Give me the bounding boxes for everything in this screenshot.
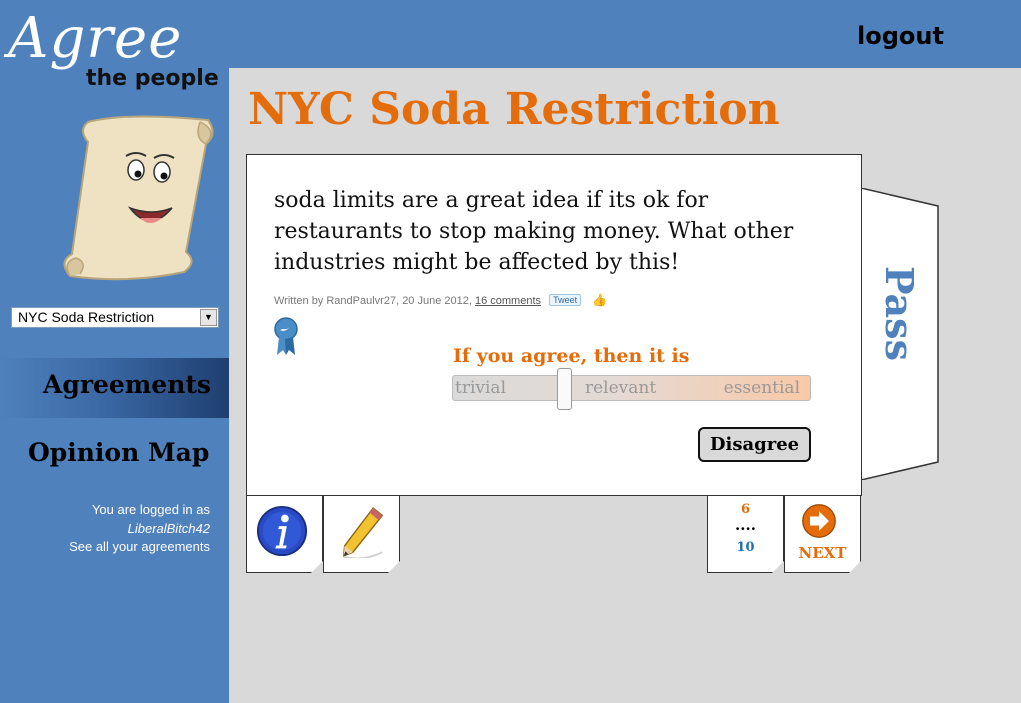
agree-prompt: If you agree, then it is [453,345,690,367]
agreement-select-value: NYC Soda Restriction [18,309,155,325]
tab-corner [311,561,323,573]
comments-link[interactable]: 16 comments [475,295,541,307]
agreement-select[interactable]: NYC Soda Restriction ▼ [11,307,219,328]
nav-opinion-map[interactable]: Opinion Map [28,438,209,467]
scale-high-label: essential [723,378,800,398]
tab-corner [849,561,861,573]
like-icon[interactable]: 👍 [592,293,607,307]
next-label: NEXT [798,544,847,562]
nav-agreements-label: Agreements [42,370,211,399]
statement-meta: Written by RandPaulvr27, 20 June 2012, 1… [274,293,607,307]
scale-mid-label: relevant [585,378,657,398]
logout-link[interactable]: logout [857,22,944,50]
tweet-label: Tweet [553,295,578,305]
next-button[interactable]: NEXT [784,495,861,573]
page-title: NYC Soda Restriction [248,84,780,135]
disagree-button[interactable]: Disagree [698,427,811,462]
meta-author: Written by RandPaulvr27, 20 June 2012, [274,295,472,307]
counter-total: 10 [736,540,755,555]
see-all-agreements-link[interactable]: See all your agreements [69,538,210,557]
statement-card: soda limits are a great idea if its ok f… [246,154,862,496]
info-tab[interactable] [246,495,323,573]
pencil-icon[interactable] [340,506,386,558]
progress-counter: 6 .... 10 [707,495,784,573]
twitter-ribbon-icon [274,317,298,355]
login-prefix: You are logged in as [91,502,210,517]
pass-label[interactable]: Pass [876,266,924,366]
tab-corner [388,561,400,573]
info-icon[interactable] [256,505,308,557]
importance-slider[interactable]: trivial relevant essential [452,368,811,410]
scroll-mascot [63,115,214,281]
counter-current: 6 [740,502,751,517]
username: LiberalBitch42 [127,520,210,536]
tab-corner [772,561,784,573]
pass-label-text: Pass [877,266,922,361]
sidebar [0,0,229,703]
next-arrow-icon[interactable] [801,503,837,539]
tweet-button[interactable]: Tweet [549,294,582,306]
slider-handle[interactable] [557,368,572,410]
logo-tagline: the people [86,66,219,91]
logo-agree: Agree [8,6,183,71]
login-info: You are logged in as LiberalBitch42 See … [69,501,210,557]
scale-low-label: trivial [455,378,507,398]
dropdown-arrow-icon[interactable]: ▼ [200,309,217,326]
counter-separator: .... [735,516,756,534]
statement-text: soda limits are a great idea if its ok f… [274,188,794,275]
edit-tab[interactable] [323,495,400,573]
nav-agreements[interactable]: Agreements [0,358,229,418]
